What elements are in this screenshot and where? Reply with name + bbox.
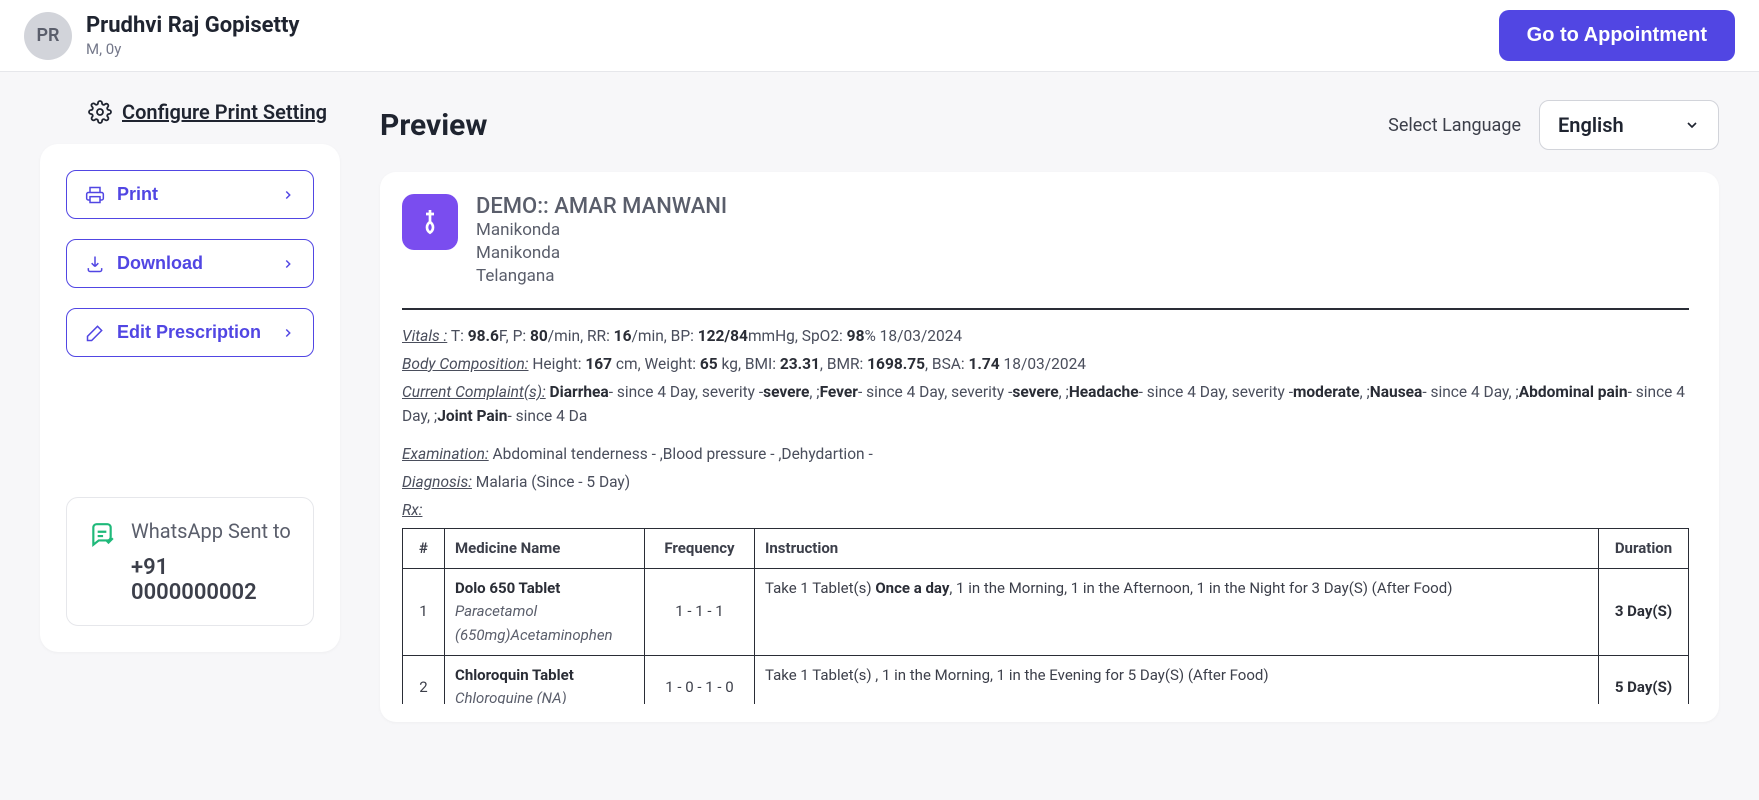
col-num: # bbox=[403, 528, 445, 568]
doctor-addr-3: Telangana bbox=[476, 265, 727, 288]
patient-meta: M, 0y bbox=[86, 40, 300, 58]
chevron-right-icon bbox=[281, 257, 295, 271]
patient-block: PR Prudhvi Raj Gopisetty M, 0y bbox=[24, 12, 300, 60]
cell-dur: 5 Day(S) bbox=[1599, 655, 1689, 704]
examination-value: Abdominal tenderness - ,Blood pressure -… bbox=[493, 445, 873, 463]
rx-body-composition: Body Composition: Height: 167 cm, Weight… bbox=[402, 352, 1689, 376]
examination-label: Examination: bbox=[402, 445, 489, 463]
body-value: Height: 167 cm, Weight: 65 kg, BMI: 23.3… bbox=[532, 355, 1086, 373]
diagnosis-label: Diagnosis: bbox=[402, 473, 472, 491]
actions-card: Print Download Edit Prescription bbox=[40, 144, 340, 652]
doctor-addr-1: Manikonda bbox=[476, 219, 727, 242]
doctor-name: DEMO:: AMAR MANWANI bbox=[476, 194, 727, 219]
chat-check-icon bbox=[89, 522, 115, 548]
cell-instr: Take 1 Tablet(s) Once a day, 1 in the Mo… bbox=[755, 569, 1599, 656]
edit-prescription-button[interactable]: Edit Prescription bbox=[66, 308, 314, 357]
whatsapp-status-card: WhatsApp Sent to +91 0000000002 bbox=[66, 497, 314, 626]
configure-print-setting-label: Configure Print Setting bbox=[122, 100, 327, 124]
vitals-label: Vitals : bbox=[402, 327, 447, 345]
col-instr: Instruction bbox=[755, 528, 1599, 568]
language-value: English bbox=[1558, 113, 1624, 137]
table-header-row: # Medicine Name Frequency Instruction Du… bbox=[403, 528, 1689, 568]
complaints-label: Current Complaint(s): bbox=[402, 383, 546, 401]
medicine-table: # Medicine Name Frequency Instruction Du… bbox=[402, 528, 1689, 704]
prescription-preview: DEMO:: AMAR MANWANI Manikonda Manikonda … bbox=[380, 172, 1719, 722]
complaints-value: Diarrhea- since 4 Day, severity -severe,… bbox=[402, 383, 1685, 425]
table-row: 2Chloroquin TabletChloroquine (NA)1 - 0 … bbox=[403, 655, 1689, 704]
rx-label: Rx: bbox=[402, 501, 422, 519]
cell-num: 1 bbox=[403, 569, 445, 656]
cell-name: Dolo 650 TabletParacetamol (650mg)Acetam… bbox=[445, 569, 645, 656]
print-button[interactable]: Print bbox=[66, 170, 314, 219]
print-label: Print bbox=[117, 184, 158, 205]
rx-rxlabel: Rx: bbox=[402, 498, 1689, 522]
whatsapp-number: +91 0000000002 bbox=[131, 555, 291, 605]
col-name: Medicine Name bbox=[445, 528, 645, 568]
rx-diagnosis: Diagnosis: Malaria (Since - 5 Day) bbox=[402, 470, 1689, 494]
vitals-value: T: 98.6F, P: 80/min, RR: 16/min, BP: 122… bbox=[451, 327, 962, 345]
col-dur: Duration bbox=[1599, 528, 1689, 568]
rx-examination: Examination: Abdominal tenderness - ,Blo… bbox=[402, 442, 1689, 466]
body-label: Body Composition: bbox=[402, 355, 529, 373]
whatsapp-status-text: WhatsApp Sent to bbox=[131, 518, 291, 545]
printer-icon bbox=[85, 185, 105, 205]
chevron-right-icon bbox=[281, 188, 295, 202]
chevron-right-icon bbox=[281, 326, 295, 340]
download-icon bbox=[85, 254, 105, 274]
avatar: PR bbox=[24, 12, 72, 60]
table-row: 1Dolo 650 TabletParacetamol (650mg)Aceta… bbox=[403, 569, 1689, 656]
download-label: Download bbox=[117, 253, 203, 274]
rx-header: DEMO:: AMAR MANWANI Manikonda Manikonda … bbox=[398, 190, 1693, 302]
language-select[interactable]: English bbox=[1539, 100, 1719, 150]
rx-vitals: Vitals : T: 98.6F, P: 80/min, RR: 16/min… bbox=[402, 324, 1689, 348]
gear-icon bbox=[88, 100, 112, 124]
cell-name: Chloroquin TabletChloroquine (NA) bbox=[445, 655, 645, 704]
download-button[interactable]: Download bbox=[66, 239, 314, 288]
diagnosis-value: Malaria (Since - 5 Day) bbox=[476, 473, 630, 491]
preview-scroll[interactable]: DEMO:: AMAR MANWANI Manikonda Manikonda … bbox=[398, 190, 1711, 704]
patient-name: Prudhvi Raj Gopisetty bbox=[86, 13, 300, 38]
go-to-appointment-button[interactable]: Go to Appointment bbox=[1499, 10, 1735, 61]
pencil-icon bbox=[85, 323, 105, 343]
language-label: Select Language bbox=[1388, 115, 1521, 136]
doctor-addr-2: Manikonda bbox=[476, 242, 727, 265]
cell-freq: 1 - 1 - 1 bbox=[645, 569, 755, 656]
col-freq: Frequency bbox=[645, 528, 755, 568]
rx-divider bbox=[402, 308, 1689, 310]
cell-dur: 3 Day(S) bbox=[1599, 569, 1689, 656]
chevron-down-icon bbox=[1684, 117, 1700, 133]
preview-title: Preview bbox=[380, 108, 487, 143]
cell-instr: Take 1 Tablet(s) , 1 in the Morning, 1 i… bbox=[755, 655, 1599, 704]
cell-num: 2 bbox=[403, 655, 445, 704]
rx-complaints: Current Complaint(s): Diarrhea- since 4 … bbox=[402, 380, 1689, 428]
page-header: PR Prudhvi Raj Gopisetty M, 0y Go to App… bbox=[0, 0, 1759, 72]
edit-prescription-label: Edit Prescription bbox=[117, 322, 261, 343]
configure-print-setting-link[interactable]: Configure Print Setting bbox=[88, 100, 340, 124]
clinic-logo bbox=[402, 194, 458, 250]
cell-freq: 1 - 0 - 1 - 0 bbox=[645, 655, 755, 704]
